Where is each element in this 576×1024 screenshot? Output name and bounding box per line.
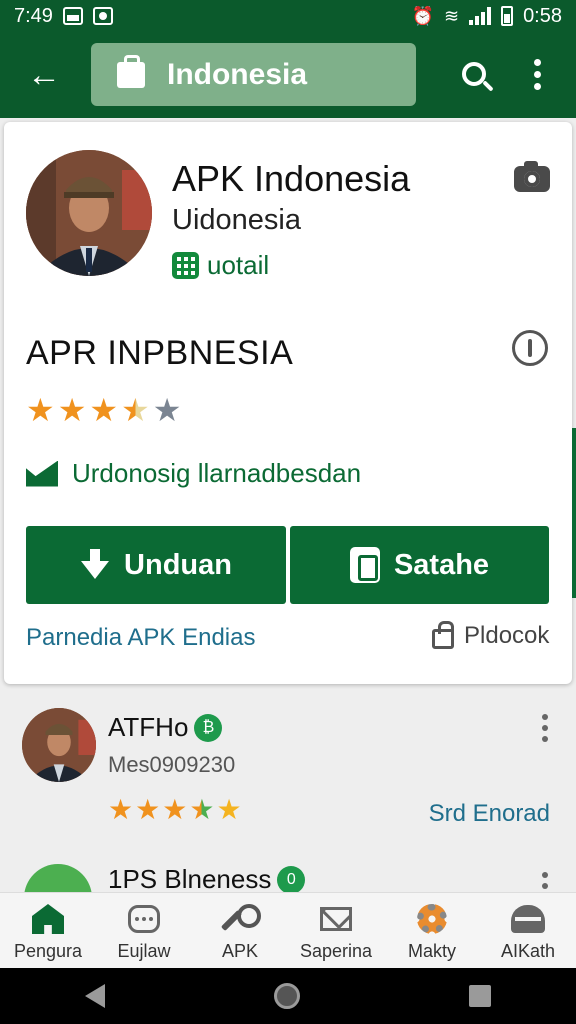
list-item-name: ATFHo: [108, 712, 189, 742]
chat-icon: [128, 905, 160, 933]
lock-label: Pldocok: [464, 622, 550, 649]
app-title: APK Indonesia: [172, 158, 411, 199]
list-item-action[interactable]: Srd Enorad: [429, 800, 550, 828]
gear-icon: [417, 904, 447, 934]
verified-text: Urdonosig llarnadbesdan: [72, 458, 362, 488]
system-home-icon[interactable]: [273, 983, 300, 1009]
list-item-title: 1PS Blneness 0: [108, 864, 306, 892]
apps-grid-icon: [172, 252, 199, 279]
star-icon: ★: [135, 794, 161, 825]
search-bar[interactable]: Indonesia: [91, 43, 416, 106]
save-button[interactable]: Satahe: [290, 526, 549, 604]
list-item-title: ATFHo ₿: [108, 712, 223, 743]
nav-item-settings[interactable]: Makty: [384, 893, 480, 968]
footer-link[interactable]: Parnedia APK Endias: [26, 624, 256, 652]
mail-icon: [320, 907, 352, 931]
app-bar: ← Indonesia: [0, 32, 576, 118]
list-item-more-button[interactable]: [542, 872, 548, 892]
status-time: 7:49: [14, 4, 53, 27]
star-icon: ★: [26, 392, 55, 428]
list-item[interactable]: ATFHo ₿ Mes0909230 ★ ★ ★ ★ ★ Srd Enorad: [0, 700, 576, 850]
category-badge-label: uotail: [207, 250, 270, 280]
lock-action[interactable]: Pldocok: [432, 621, 550, 650]
wifi-icon: ≋: [443, 5, 460, 26]
nav-label: Saperina: [299, 941, 373, 961]
gallery-notification-icon: [62, 7, 83, 25]
category-badge[interactable]: uotail: [172, 250, 269, 281]
verified-check-icon: [26, 460, 58, 487]
shopping-bag-icon: [117, 54, 145, 88]
nav-item-mail[interactable]: Saperina: [288, 893, 384, 968]
star-icon: ★: [108, 794, 134, 825]
rating-stars: ★ ★ ★ ★ ★: [26, 394, 181, 426]
nav-item-chat[interactable]: Eujlaw: [96, 893, 192, 968]
status-battery-time: 0:58: [523, 4, 562, 27]
nav-label: APK: [221, 941, 259, 961]
document-icon: [349, 547, 380, 583]
bottom-navigation: Pengura Eujlaw APK Saperina Makty AIKath: [0, 892, 576, 968]
scrollbar[interactable]: [572, 428, 576, 598]
system-recents-icon[interactable]: [469, 985, 492, 1007]
star-icon: ★: [89, 392, 119, 428]
section-title: APR INPBNESIA: [26, 334, 294, 372]
list-item-name: 1PS Blneness: [108, 864, 272, 892]
signal-icon: [469, 7, 492, 25]
star-icon: ★: [162, 794, 188, 825]
camera-notification-icon: [92, 7, 113, 25]
list-item-rating: ★ ★ ★ ★ ★: [108, 796, 242, 824]
app-detail-card: APK Indonesia Uidonesia uotail APR INPBN…: [4, 122, 572, 684]
verified-row: Urdonosig llarnadbesdan: [26, 458, 361, 489]
search-icon: [462, 62, 486, 86]
list-item-more-button[interactable]: [542, 714, 548, 742]
nav-item-apk[interactable]: APK: [192, 893, 288, 968]
nav-item-home[interactable]: Pengura: [0, 893, 96, 968]
home-icon: [32, 904, 64, 934]
save-button-label: Satahe: [393, 548, 490, 581]
more-options-button[interactable]: [520, 46, 554, 102]
nav-label: Makty: [407, 941, 456, 961]
star-icon: ★: [57, 392, 87, 428]
list-item[interactable]: 1PS Blneness 0: [0, 860, 576, 892]
list-item-badge: ₿: [194, 713, 223, 742]
nav-label: Pengura: [13, 941, 83, 961]
half-star-icon: ★: [189, 794, 215, 825]
nav-label: Eujlaw: [117, 941, 171, 961]
lock-icon: [432, 621, 454, 649]
back-arrow-icon[interactable]: ←: [14, 45, 74, 105]
info-icon[interactable]: [512, 330, 548, 366]
list-item-subtitle: Mes0909230: [108, 752, 236, 777]
download-icon: [80, 549, 110, 581]
empty-star-icon: ★: [152, 392, 182, 428]
app-avatar: [26, 150, 152, 276]
battery-icon: [501, 6, 514, 26]
list-item-avatar: [24, 864, 92, 892]
download-button[interactable]: Unduan: [26, 526, 286, 604]
search-button[interactable]: [452, 46, 496, 102]
wrench-icon: [225, 904, 261, 934]
status-bar: 7:49 ⏰ ≋ 0:58: [0, 0, 576, 32]
helmet-icon: [511, 905, 545, 933]
half-star-icon: ★: [121, 392, 150, 428]
nav-item-profile[interactable]: AIKath: [480, 893, 576, 968]
list-item-avatar: [22, 708, 96, 782]
star-icon: ★: [216, 794, 242, 825]
list-item-badge: 0: [277, 865, 306, 892]
alarm-icon: ⏰: [411, 5, 434, 26]
nav-label: AIKath: [500, 941, 556, 961]
camera-icon[interactable]: [514, 161, 550, 192]
download-button-label: Unduan: [124, 548, 232, 581]
system-back-icon[interactable]: [84, 984, 105, 1008]
system-navigation-bar: [0, 968, 576, 1024]
app-developer: Uidonesia: [172, 204, 301, 236]
search-text: Indonesia: [167, 57, 308, 91]
